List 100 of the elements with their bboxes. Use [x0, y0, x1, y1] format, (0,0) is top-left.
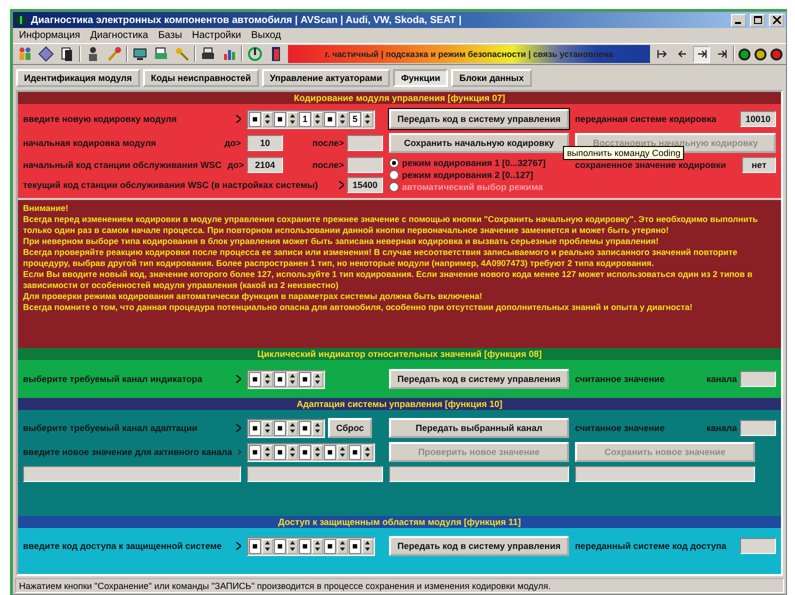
maximize-icon: [754, 16, 762, 24]
digit-field[interactable]: ■: [274, 372, 286, 386]
menu-item[interactable]: Базы: [158, 30, 182, 41]
digit-field[interactable]: ■: [299, 372, 311, 386]
field-label: после>: [312, 138, 344, 148]
menu-item[interactable]: Информация: [19, 30, 80, 41]
digit-field[interactable]: ■: [249, 444, 261, 460]
spin-button[interactable]: [287, 372, 298, 386]
spin-button[interactable]: [287, 538, 298, 554]
digit-field[interactable]: ■: [324, 538, 336, 554]
digit-field[interactable]: ■: [274, 420, 286, 436]
up-down-arrows-icon: [265, 423, 270, 433]
field-label: начальная кодировка модуля: [23, 138, 156, 148]
value-field: 15400: [347, 177, 383, 193]
spin-button[interactable]: [362, 538, 373, 554]
radio-label: автоматический выбор режима: [402, 182, 543, 192]
maximize-button[interactable]: [750, 14, 765, 26]
spin-button[interactable]: [362, 112, 373, 126]
value-field: [740, 538, 776, 554]
digit-field[interactable]: ■: [274, 444, 286, 460]
spin-button[interactable]: [312, 372, 323, 386]
value-field: [347, 135, 383, 151]
send-button[interactable]: Передать код в систему управления: [389, 369, 569, 389]
tab[interactable]: Блоки данных: [451, 69, 532, 87]
chevron-icon: [236, 375, 241, 383]
field-label: считанное значение: [575, 374, 665, 384]
tab[interactable]: Управление актуаторами: [262, 69, 390, 87]
spin-button[interactable]: [262, 538, 273, 554]
digit-field[interactable]: ■: [349, 444, 361, 460]
power-icon: [247, 46, 263, 62]
section-title: Циклический индикатор относительных значений [функция 08]: [257, 349, 542, 359]
indicator-light-icon: [738, 48, 751, 60]
spin-button[interactable]: [287, 112, 298, 126]
value-field: 10010: [740, 111, 776, 127]
menu-item[interactable]: Настройки: [192, 30, 242, 41]
toolbar-button[interactable]: [37, 45, 55, 63]
spin-button[interactable]: [337, 112, 348, 126]
tooltip: выполнить команду Coding: [563, 146, 684, 160]
digit-field[interactable]: ■: [249, 112, 261, 126]
close-button[interactable]: [769, 14, 784, 26]
monitor-icon: [132, 46, 148, 62]
value-field: [347, 157, 383, 173]
status-banner: г. частичный | подсказка и режим безопасности | связь установлена: [288, 45, 650, 63]
document-icon: [59, 46, 75, 62]
field-label: введите код доступа к защищенной системе: [23, 541, 222, 551]
digit-field[interactable]: ■: [299, 538, 311, 554]
digit-field[interactable]: ■: [249, 538, 261, 554]
up-down-arrows-icon: [315, 114, 320, 124]
warning-text: Для проверки режима кодирования автоматически функция в параметрах системы должна быть включена!: [23, 291, 484, 302]
field-label: канала: [706, 423, 737, 433]
send-button[interactable]: Передать выбранный канал: [389, 418, 569, 438]
chevron-icon: [236, 542, 241, 550]
spin-button[interactable]: [287, 444, 298, 460]
up-down-arrows-icon: [265, 374, 270, 384]
radio-button[interactable]: [389, 158, 399, 168]
digit-field[interactable]: ■: [349, 538, 361, 554]
spin-button[interactable]: [287, 420, 298, 436]
field-label: переданный системе код доступа: [575, 541, 726, 551]
spin-button[interactable]: [337, 444, 348, 460]
digit-field[interactable]: ■: [249, 420, 261, 436]
send-button[interactable]: Передать код в систему управления: [389, 536, 569, 556]
value-field: [740, 420, 776, 436]
up-down-arrows-icon: [290, 423, 295, 433]
spin-button[interactable]: [337, 538, 348, 554]
field-label: до>: [228, 160, 244, 170]
digit-field[interactable]: ■: [324, 112, 336, 126]
menu-item[interactable]: Выход: [251, 30, 281, 41]
tab[interactable]: Функции: [393, 69, 448, 87]
send-button[interactable]: Передать код в систему управления: [389, 109, 569, 129]
spin-button[interactable]: [312, 538, 323, 554]
menu-item[interactable]: Диагностика: [90, 30, 148, 41]
spin-button[interactable]: [312, 420, 323, 436]
save-button[interactable]: Сохранить начальную кодировку: [389, 133, 569, 153]
spin-button[interactable]: [362, 444, 373, 460]
spin-button[interactable]: [312, 444, 323, 460]
tab[interactable]: Идентификация модуля: [16, 69, 140, 87]
spin-button[interactable]: [262, 372, 273, 386]
arrow-icon: [676, 48, 688, 60]
section-title: Адаптация системы управления [функция 10]: [296, 399, 502, 409]
radio-button[interactable]: [389, 170, 399, 180]
spin-button[interactable]: [312, 112, 323, 126]
printer-icon: [200, 46, 216, 62]
field-label: текущий код станции обслуживания WSC (в настройках системы): [23, 180, 318, 190]
digit-field[interactable]: 1: [299, 112, 311, 126]
app-icon: [15, 14, 27, 26]
spin-button[interactable]: [262, 112, 273, 126]
up-down-arrows-icon: [315, 423, 320, 433]
spin-button[interactable]: [262, 444, 273, 460]
digit-field[interactable]: ■: [299, 444, 311, 460]
minimize-button[interactable]: [731, 14, 746, 26]
spin-button[interactable]: [262, 420, 273, 436]
digit-field[interactable]: ■: [274, 112, 286, 126]
digit-field[interactable]: ■: [249, 372, 261, 386]
digit-field[interactable]: ■: [274, 538, 286, 554]
digit-field[interactable]: ■: [299, 420, 311, 436]
toolbar-button[interactable]: [246, 45, 264, 63]
reset-button[interactable]: Сброс: [328, 418, 372, 438]
digit-field[interactable]: 5: [349, 112, 361, 126]
digit-field[interactable]: ■: [324, 444, 336, 460]
tab[interactable]: Коды неисправностей: [142, 69, 259, 87]
